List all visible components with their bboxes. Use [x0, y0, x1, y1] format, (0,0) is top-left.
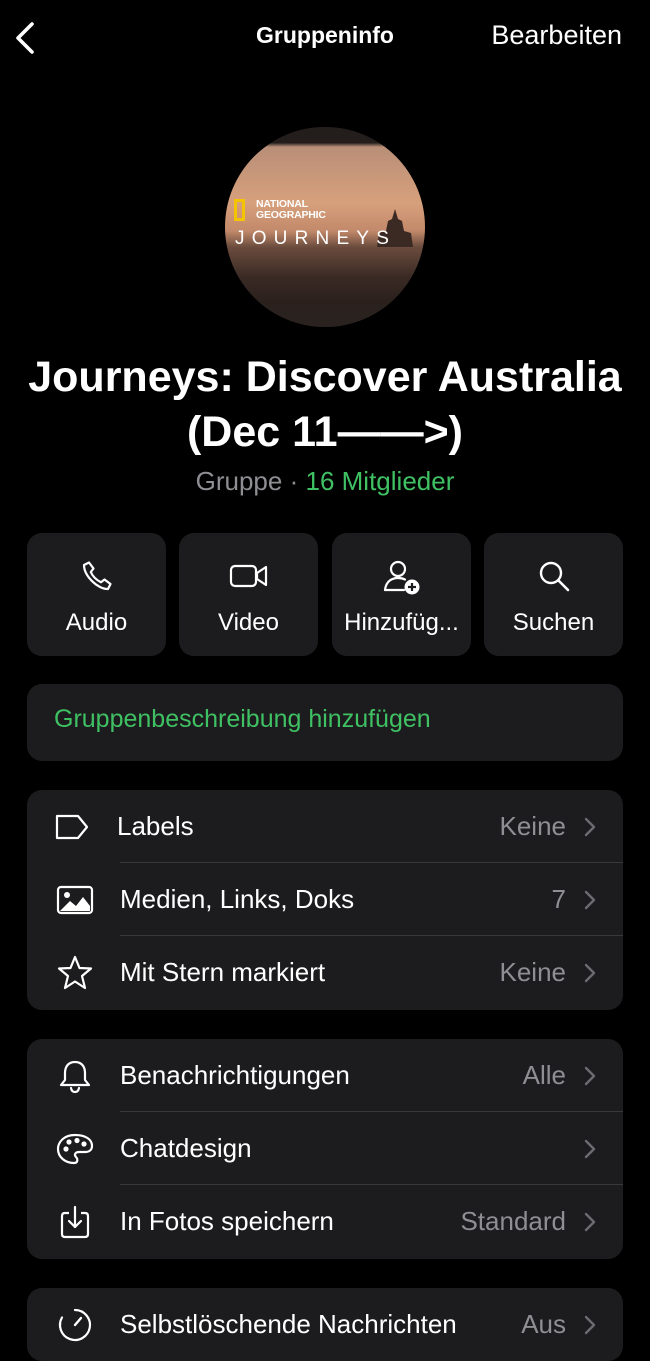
save-to-photos-row[interactable]: In Fotos speichern Standard [27, 1185, 623, 1258]
info-section-1: Labels Keine Medien, Links, Doks 7 Mit S… [27, 790, 623, 1010]
media-links-docs-row[interactable]: Medien, Links, Doks 7 [27, 863, 623, 936]
members-link[interactable]: 16 Mitglieder [306, 466, 455, 496]
group-type: Gruppe [195, 466, 283, 496]
info-section-2: Benachrichtigungen Alle Chatdesign In Fo… [27, 1039, 623, 1259]
star-icon [57, 955, 93, 990]
add-description-link[interactable]: Gruppenbeschreibung hinzufügen [54, 705, 431, 734]
labels-row[interactable]: Labels Keine [27, 790, 623, 863]
media-label: Medien, Links, Doks [120, 884, 355, 914]
video-call-button[interactable]: Video [179, 533, 318, 656]
video-label: Video [218, 609, 279, 636]
edit-button[interactable]: Bearbeiten [491, 20, 622, 51]
chevron-right-icon [584, 963, 596, 983]
timer-icon [58, 1308, 92, 1342]
search-label: Suchen [512, 609, 595, 636]
notifications-value: Alle [522, 1060, 566, 1090]
add-member-label: Hinzufüg... [344, 609, 459, 636]
save-download-icon [60, 1205, 90, 1239]
notifications-label: Benachrichtigungen [120, 1060, 350, 1090]
chat-design-row[interactable]: Chatdesign [27, 1112, 623, 1185]
media-count: 7 [551, 884, 566, 914]
audio-call-button[interactable]: Audio [27, 533, 166, 656]
audio-label: Audio [65, 609, 128, 636]
labels-label: Labels [117, 811, 194, 841]
disappearing-messages-value: Aus [521, 1309, 566, 1339]
chevron-right-icon [584, 890, 596, 910]
video-camera-icon [229, 564, 267, 588]
chevron-right-icon [584, 1139, 596, 1159]
save-to-photos-label: In Fotos speichern [120, 1206, 334, 1236]
description-card[interactable]: Gruppenbeschreibung hinzufügen [27, 684, 623, 761]
starred-value: Keine [499, 957, 567, 987]
chevron-right-icon [584, 817, 596, 837]
nat-geo-wordmark: NATIONAL GEOGRAPHIC [256, 198, 326, 221]
search-icon [539, 561, 569, 592]
starred-row[interactable]: Mit Stern markiert Keine [27, 936, 623, 1009]
label-tag-icon [55, 814, 89, 840]
avatar-letterbox-top [225, 127, 425, 143]
add-person-icon [383, 560, 419, 595]
group-name: Journeys: Discover Australia (Dec 11——>) [28, 353, 622, 456]
avatar-letterbox-bottom [225, 305, 425, 327]
disappearing-messages-label: Selbstlöschende Nachrichten [120, 1309, 457, 1339]
nat-geo-logo-icon [234, 199, 245, 221]
chevron-right-icon [584, 1212, 596, 1232]
subtitle-separator: · [289, 466, 299, 496]
palette-icon [56, 1133, 94, 1165]
group-avatar[interactable]: NATIONAL GEOGRAPHIC JOURNEYS [225, 127, 425, 327]
photo-icon [56, 885, 94, 915]
journeys-wordmark: JOURNEYS [235, 228, 397, 249]
phone-icon [82, 561, 112, 591]
chevron-right-icon [584, 1315, 596, 1335]
disappearing-messages-row[interactable]: Selbstlöschende Nachrichten Aus [27, 1288, 623, 1361]
notifications-row[interactable]: Benachrichtigungen Alle [27, 1039, 623, 1112]
chat-design-label: Chatdesign [120, 1133, 252, 1163]
group-subtitle: Gruppe · 16 Mitglieder [0, 466, 650, 497]
starred-label: Mit Stern markiert [120, 957, 326, 987]
labels-value: Keine [499, 811, 567, 841]
save-to-photos-value: Standard [460, 1206, 566, 1236]
add-member-button[interactable]: Hinzufüg... [332, 533, 471, 656]
info-section-3: Selbstlöschende Nachrichten Aus [27, 1288, 623, 1361]
search-button[interactable]: Suchen [484, 533, 623, 656]
chevron-right-icon [584, 1066, 596, 1086]
bell-icon [59, 1060, 91, 1094]
